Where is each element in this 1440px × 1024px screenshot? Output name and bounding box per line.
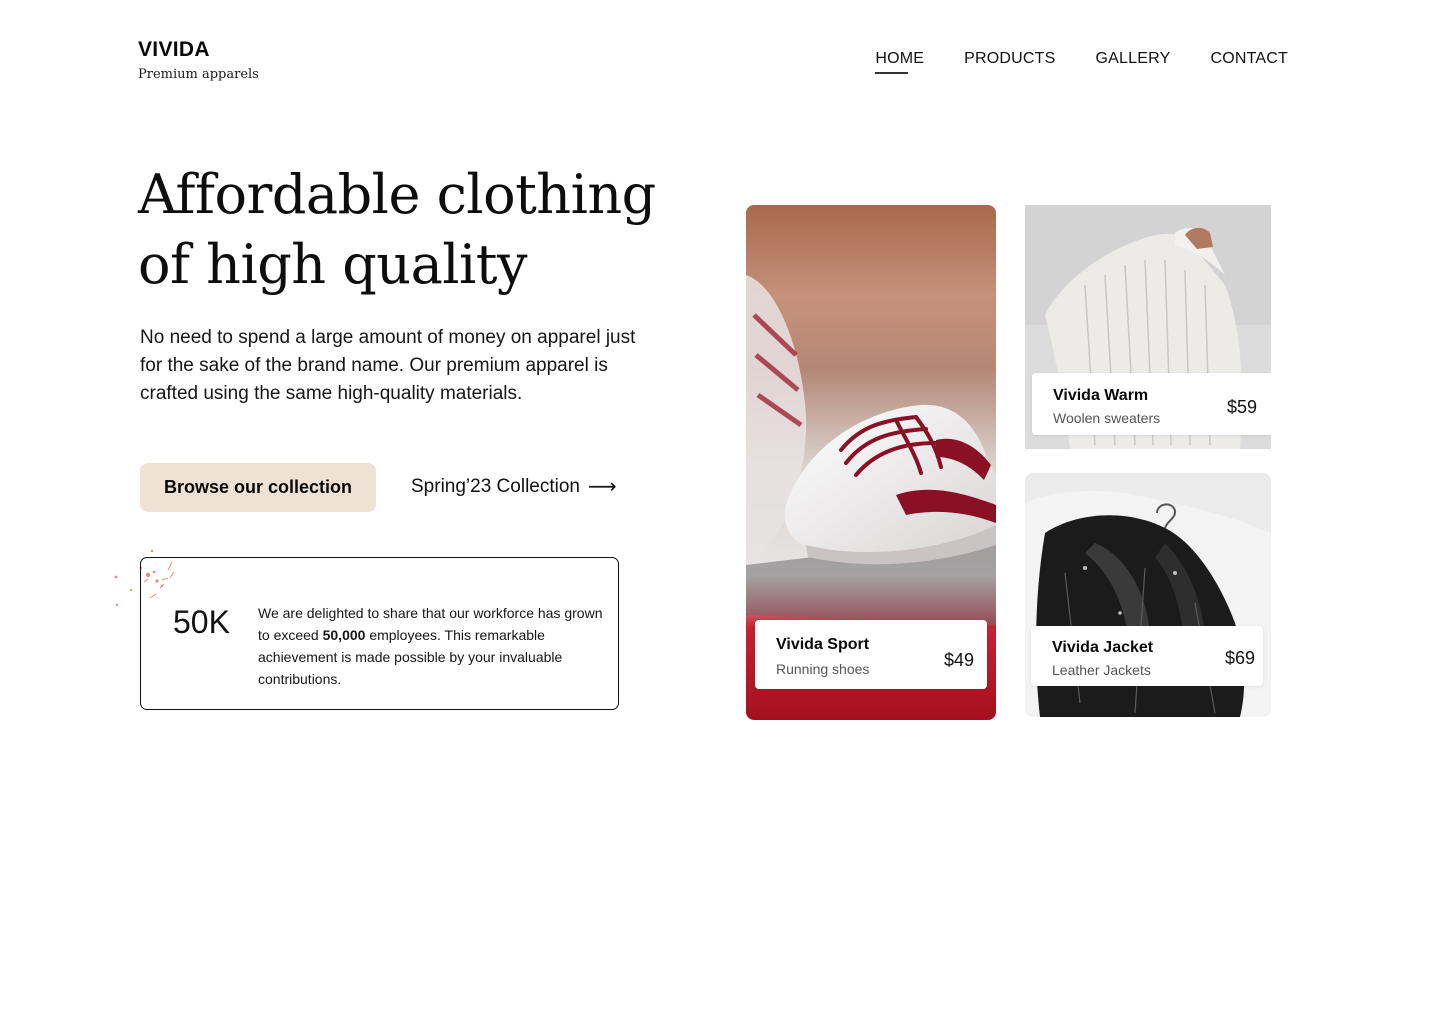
nav-products[interactable]: PRODUCTS <box>964 47 1055 71</box>
product-price: $49 <box>943 650 974 670</box>
product-info-jacket: Vivida Jacket Leather Jackets $69 <box>1031 626 1263 686</box>
product-price: $69 <box>1224 648 1255 668</box>
main-nav: HOME PRODUCTS GALLERY CONTACT <box>875 47 1288 74</box>
product-info-sport: Vivida Sport Running shoes $49 <box>755 620 987 689</box>
brand-logo[interactable]: VIVIDA Premium apparels <box>138 36 259 84</box>
hero-title-line1: Affordable clothing <box>138 163 656 226</box>
spring-collection-link[interactable]: Spring’23 Collection ⟶ <box>411 474 617 500</box>
nav-home[interactable]: HOME <box>875 47 924 74</box>
brand-tagline: Premium apparels <box>138 67 259 82</box>
product-category: Woolen sweaters <box>1053 410 1161 426</box>
browse-collection-button[interactable]: Browse our collection <box>140 463 376 512</box>
stat-number: 50K <box>173 604 230 640</box>
stat-text-bold: 50,000 <box>322 627 366 643</box>
nav-contact[interactable]: CONTACT <box>1210 47 1288 71</box>
product-name: Vivida Jacket <box>1052 639 1154 656</box>
product-name: Vivida Warm <box>1053 387 1149 404</box>
product-info-warm: Vivida Warm Woolen sweaters $59 <box>1032 373 1271 435</box>
arrow-right-icon: ⟶ <box>588 476 617 498</box>
stat-card: 50K We are delighted to share that our w… <box>140 557 619 710</box>
product-card-sport[interactable]: Vivida Sport Running shoes $49 <box>746 205 996 720</box>
product-card-jacket[interactable]: Vivida Jacket Leather Jackets $69 <box>1025 473 1271 717</box>
spring-collection-label: Spring’23 Collection <box>411 476 580 497</box>
hero-title-line2: of high quality <box>138 233 528 296</box>
product-price: $59 <box>1226 397 1257 417</box>
hero-title: Affordable clothing of high quality <box>138 160 658 300</box>
hero-description: No need to spend a large amount of money… <box>140 327 636 404</box>
product-card-warm[interactable]: Vivida Warm Woolen sweaters $59 <box>1025 205 1271 449</box>
product-category: Running shoes <box>776 661 870 677</box>
stat-description: We are delighted to share that our workf… <box>258 602 603 690</box>
nav-gallery[interactable]: GALLERY <box>1096 47 1171 71</box>
product-category: Leather Jackets <box>1052 662 1151 678</box>
brand-name: VIVIDA <box>138 38 210 61</box>
product-name: Vivida Sport <box>776 636 870 653</box>
